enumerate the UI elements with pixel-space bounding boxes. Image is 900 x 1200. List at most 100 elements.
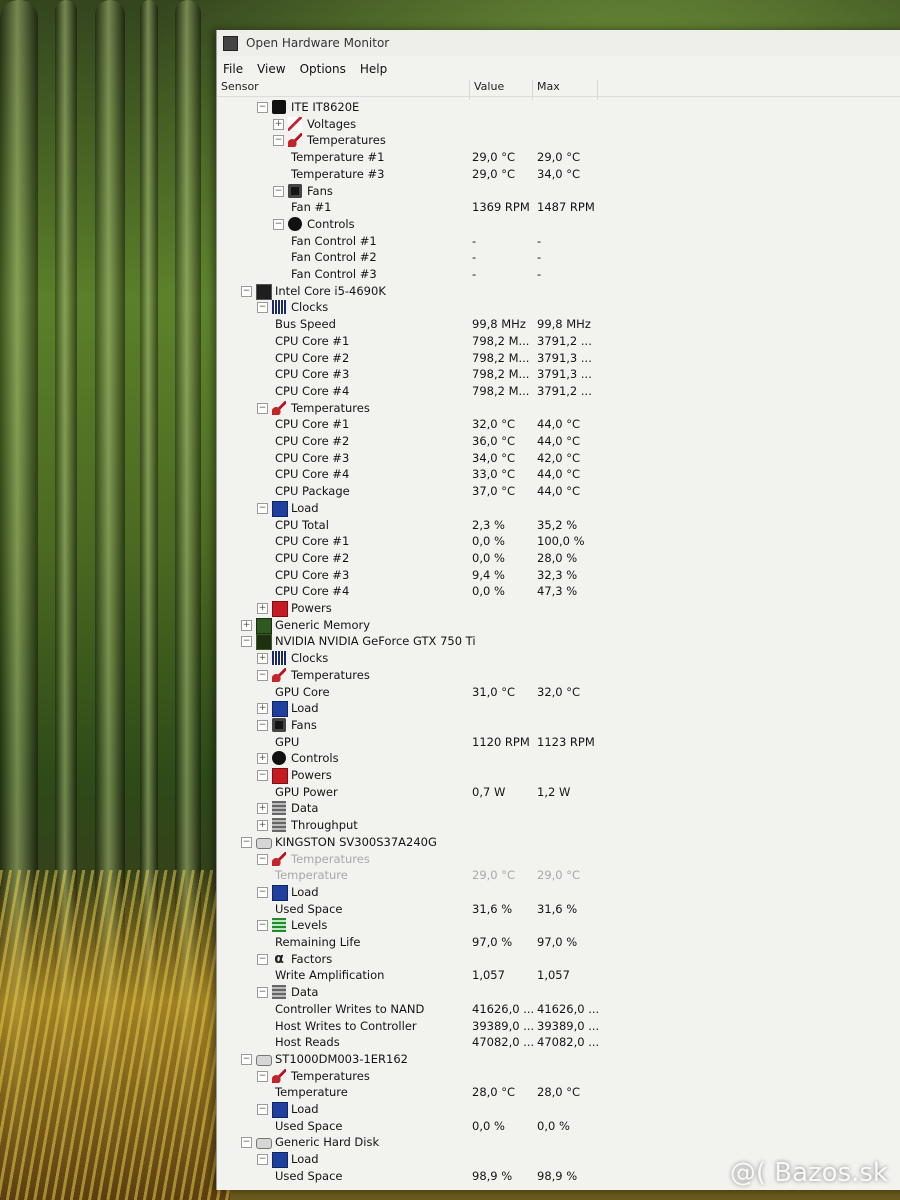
sensor-row[interactable]: Temperature 29,0 °C 29,0 °C <box>217 867 900 884</box>
sensor-row[interactable]: Temperature #1 29,0 °C 29,0 °C <box>217 149 900 166</box>
tree-node[interactable]: − Data <box>217 984 900 1001</box>
sensor-row[interactable]: CPU Total 2,3 % 35,2 % <box>217 517 900 534</box>
collapse-toggle[interactable]: − <box>241 1053 252 1065</box>
expand-toggle[interactable]: + <box>257 753 268 765</box>
collapse-toggle[interactable]: − <box>257 770 268 781</box>
collapse-toggle[interactable]: − <box>257 853 268 865</box>
sensor-row[interactable]: Fan Control #1 - - <box>217 233 900 250</box>
collapse-toggle[interactable]: − <box>257 669 268 681</box>
collapse-toggle[interactable]: − <box>257 719 268 731</box>
tree-node[interactable]: − α Factors <box>217 951 900 968</box>
expand-toggle[interactable]: + <box>257 820 268 832</box>
sensor-row[interactable]: Controller Writes to NAND 41626,0 ... 4162… <box>217 1001 900 1018</box>
sensor-row[interactable]: CPU Core #2 798,2 M... 3791,3 ... <box>217 350 900 367</box>
tree-node[interactable]: − Clocks <box>217 299 900 316</box>
collapse-toggle[interactable]: − <box>257 987 268 999</box>
tree-node[interactable]: − KINGSTON SV300S37A240G <box>217 834 900 851</box>
sensor-row[interactable]: CPU Core #1 0,0 % 100,0 % <box>217 533 900 550</box>
tree-node[interactable]: − Temperatures <box>217 1068 900 1085</box>
sensor-row[interactable]: CPU Core #4 798,2 M... 3791,2 ... <box>217 383 900 400</box>
tree-node[interactable]: + Data <box>217 800 900 817</box>
column-separator[interactable] <box>597 80 598 100</box>
sensor-row[interactable]: Fan Control #3 - - <box>217 266 900 283</box>
tree-node[interactable]: + Voltages <box>217 116 900 133</box>
sensor-row[interactable]: Used Space 31,6 % 31,6 % <box>217 901 900 918</box>
collapse-toggle[interactable]: − <box>241 285 252 297</box>
sensor-row[interactable]: CPU Core #1 798,2 M... 3791,2 ... <box>217 333 900 350</box>
column-header-value[interactable]: Value <box>474 80 504 93</box>
column-separator[interactable] <box>469 80 470 100</box>
expand-toggle[interactable]: + <box>241 619 252 631</box>
collapse-toggle[interactable]: − <box>273 135 284 147</box>
sensor-row[interactable]: GPU Power 0,7 W 1,2 W <box>217 784 900 801</box>
collapse-toggle[interactable]: − <box>257 402 268 414</box>
collapse-toggle[interactable]: − <box>257 953 268 965</box>
tree-node[interactable]: − Fans <box>217 717 900 734</box>
collapse-toggle[interactable]: − <box>257 502 268 514</box>
sensor-row[interactable]: CPU Core #4 33,0 °C 44,0 °C <box>217 466 900 483</box>
tree-node[interactable]: + Load <box>217 700 900 718</box>
tree-node[interactable]: − Load <box>217 500 900 517</box>
expand-toggle[interactable]: + <box>257 803 268 815</box>
menu-file[interactable]: File <box>223 62 243 76</box>
column-header-sensor[interactable]: Sensor <box>221 80 259 93</box>
sensor-row[interactable]: CPU Core #1 32,0 °C 44,0 °C <box>217 416 900 433</box>
sensor-row[interactable]: Used Space 0,0 % 0,0 % <box>217 1118 900 1135</box>
sensor-row[interactable]: Fan #1 1369 RPM 1487 RPM <box>217 199 900 216</box>
collapse-toggle[interactable]: − <box>241 836 252 848</box>
expand-toggle[interactable]: + <box>257 653 268 665</box>
tree-node[interactable]: − Load <box>217 884 900 901</box>
menu-options[interactable]: Options <box>300 62 346 76</box>
column-header-max[interactable]: Max <box>537 80 560 93</box>
collapse-toggle[interactable]: − <box>257 1104 268 1115</box>
expand-toggle[interactable]: + <box>257 603 268 614</box>
title-bar[interactable]: Open Hardware Monitor <box>217 30 900 56</box>
tree-node[interactable]: + Clocks <box>217 650 900 667</box>
tree-node[interactable]: − Temperatures <box>217 400 900 417</box>
tree-node[interactable]: − ITE IT8620E <box>217 99 900 116</box>
tree-node[interactable]: − Temperatures <box>217 667 900 684</box>
sensor-row[interactable]: Bus Speed 99,8 MHz 99,8 MHz <box>217 316 900 333</box>
tree-node[interactable]: + Powers <box>217 600 900 617</box>
collapse-toggle[interactable]: − <box>257 920 268 932</box>
expand-toggle[interactable]: + <box>257 703 268 715</box>
tree-node[interactable]: − Controls <box>217 216 900 233</box>
collapse-toggle[interactable]: − <box>241 1137 252 1149</box>
tree-node[interactable]: + Controls <box>217 750 900 767</box>
sensor-row[interactable]: CPU Core #3 9,4 % 32,3 % <box>217 567 900 584</box>
tree-node[interactable]: − ST1000DM003-1ER162 <box>217 1051 900 1068</box>
sensor-row[interactable]: Remaining Life 97,0 % 97,0 % <box>217 934 900 951</box>
sensor-row[interactable]: CPU Core #2 36,0 °C 44,0 °C <box>217 433 900 450</box>
tree-node[interactable]: − Load <box>217 1101 900 1118</box>
menu-help[interactable]: Help <box>360 62 387 76</box>
tree-node[interactable]: − Temperatures <box>217 132 900 149</box>
tree-node[interactable]: + Generic Memory <box>217 617 900 634</box>
sensor-row[interactable]: Temperature 28,0 °C 28,0 °C <box>217 1084 900 1101</box>
collapse-toggle[interactable]: − <box>273 185 284 197</box>
expand-toggle[interactable]: + <box>273 118 284 130</box>
tree-node[interactable]: − NVIDIA NVIDIA GeForce GTX 750 Ti <box>217 633 900 651</box>
collapse-toggle[interactable]: − <box>257 1070 268 1082</box>
sensor-row[interactable]: CPU Core #2 0,0 % 28,0 % <box>217 550 900 567</box>
tree-node[interactable]: + Throughput <box>217 817 900 834</box>
sensor-row[interactable]: Host Writes to Controller 39389,0 ... 3938… <box>217 1018 900 1035</box>
sensor-row[interactable]: Host Reads 47082,0 ... 47082,0 ... <box>217 1034 900 1051</box>
sensor-row[interactable]: GPU 1120 RPM 1123 RPM <box>217 734 900 751</box>
sensor-row[interactable]: GPU Core 31,0 °C 32,0 °C <box>217 684 900 701</box>
sensor-row[interactable]: CPU Core #3 798,2 M... 3791,3 ... <box>217 366 900 383</box>
column-separator[interactable] <box>532 80 533 100</box>
collapse-toggle[interactable]: − <box>257 1154 268 1166</box>
tree-node[interactable]: − Intel Core i5-4690K <box>217 283 900 300</box>
menu-view[interactable]: View <box>257 62 285 76</box>
tree-node[interactable]: − Temperatures <box>217 851 900 868</box>
sensor-row[interactable]: CPU Package 37,0 °C 44,0 °C <box>217 483 900 500</box>
collapse-toggle[interactable]: − <box>273 218 284 230</box>
tree-node[interactable]: − Generic Hard Disk <box>217 1134 900 1151</box>
collapse-toggle[interactable]: − <box>257 886 268 898</box>
sensor-row[interactable]: Fan Control #2 - - <box>217 249 900 266</box>
collapse-toggle[interactable]: − <box>257 302 268 314</box>
sensor-row[interactable]: Temperature #3 29,0 °C 34,0 °C <box>217 166 900 183</box>
sensor-row[interactable]: CPU Core #4 0,0 % 47,3 % <box>217 583 900 600</box>
collapse-toggle[interactable]: − <box>241 636 252 648</box>
tree-node[interactable]: − Levels <box>217 917 900 934</box>
